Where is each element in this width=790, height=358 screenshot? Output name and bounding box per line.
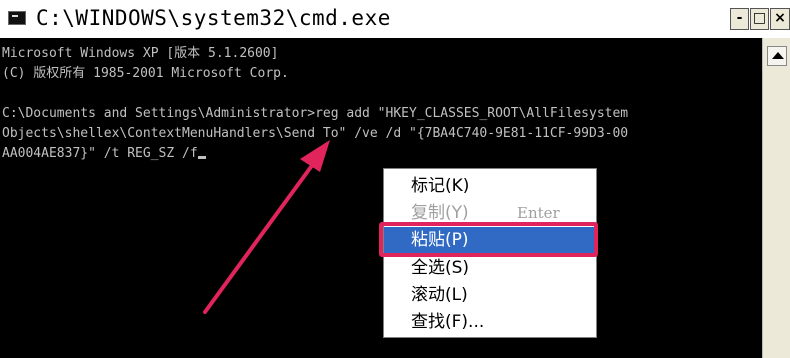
annotation-arrow-icon (203, 140, 330, 314)
cmd-window: C:\WINDOWS\system32\cmd.exe - □ × Micros… (0, 0, 790, 358)
